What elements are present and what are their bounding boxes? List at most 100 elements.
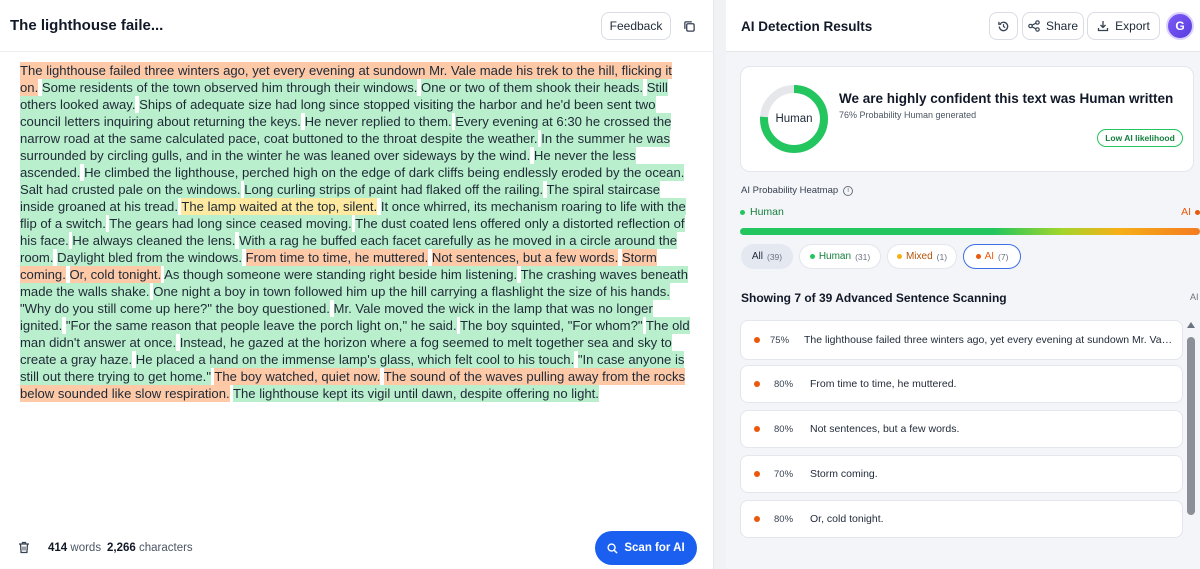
sentence-ai[interactable]: Or, cold tonight. (69, 266, 162, 283)
sentence-item[interactable]: 80% From time to time, he muttered. (740, 365, 1183, 403)
sentence-human[interactable]: Long curling strips of paint had flaked … (244, 181, 544, 198)
sentence-text: From time to time, he muttered. (810, 378, 957, 390)
ai-dot-icon (754, 471, 760, 477)
probability-text: 76% Probability Human generated (839, 110, 977, 120)
filter-ai-label: AI (984, 251, 995, 262)
filter-mixed[interactable]: Mixed (1) (887, 244, 957, 269)
info-icon[interactable]: i (843, 185, 854, 196)
ai-dot-icon (754, 381, 760, 387)
filter-mixed-count: (1) (936, 251, 948, 262)
search-icon (607, 542, 618, 554)
heatmap-human-label: Human (750, 206, 784, 218)
results-summary: Showing 7 of 39 Advanced Sentence Scanni… (741, 291, 1007, 305)
share-icon (1028, 20, 1040, 32)
analyzed-text[interactable]: The lighthouse failed three winters ago,… (20, 62, 692, 402)
history-icon (998, 21, 1009, 31)
sentence-human[interactable]: He placed a hand on the immense lamp's g… (135, 351, 575, 368)
heatmap-ai-label: AI (1181, 206, 1191, 218)
human-dot-icon (740, 209, 745, 215)
sentence-human[interactable]: Daylight bled from the windows. (57, 249, 242, 266)
results-panel: AI Detection Results Share Export G Huma… (726, 0, 1200, 569)
confidence-statement: We are highly confident this text was Hu… (839, 91, 1174, 106)
download-icon (1098, 21, 1109, 32)
sentence-item[interactable]: 80% Or, cold tonight. (740, 500, 1183, 538)
sentence-human[interactable]: Salt had crusted pale on the windows. (20, 181, 241, 198)
character-count-label: characters (138, 542, 193, 554)
sentence-percentage: 80% (774, 513, 794, 525)
word-count-label: words (70, 542, 102, 554)
character-count: 2,266 characters (107, 542, 193, 554)
scrollbar[interactable] (1184, 320, 1198, 569)
results-title: AI Detection Results (741, 19, 873, 34)
human-dot-icon (809, 254, 815, 259)
sentence-item[interactable]: 75% The lighthouse failed three winters a… (740, 320, 1183, 360)
mixed-dot-icon (896, 254, 902, 259)
sentence-ai[interactable]: Not sentences, but a few words. (431, 249, 619, 266)
verdict-card: Human We are highly confident this text … (740, 66, 1194, 172)
document-title: The lighthouse faile... (10, 17, 164, 34)
scroll-up-icon[interactable] (1187, 322, 1195, 328)
sentence-human[interactable]: The gears had long since ceased moving. (109, 215, 352, 232)
heatmap-heading: AI Probability Heatmap i (741, 185, 854, 196)
sentence-human[interactable]: The boy squinted, "For whom?" (460, 317, 643, 334)
copy-button[interactable] (678, 14, 700, 38)
share-button[interactable]: Share (1022, 12, 1084, 40)
heatmap-label: AI Probability Heatmap (741, 185, 839, 196)
editor-panel: The lighthouse faile... Feedback The lig… (0, 0, 714, 569)
filter-all-count: (39) (767, 251, 783, 262)
history-button[interactable] (989, 12, 1018, 40)
sentence-list: 75% The lighthouse failed three winters a… (740, 320, 1184, 569)
character-count-value: 2,266 (107, 542, 136, 554)
sentence-human[interactable]: "Why do you still come up here?" the boy… (20, 300, 330, 317)
sentence-item[interactable]: 80% Not sentences, but a few words. (740, 410, 1183, 448)
sentence-mixed[interactable]: The lamp waited at the top, silent. (181, 198, 378, 215)
scan-button-label: Scan for AI (624, 542, 685, 554)
copy-icon (683, 20, 695, 32)
filter-human-count: (31) (855, 251, 871, 262)
filter-ai[interactable]: AI (7) (963, 244, 1021, 269)
word-count: 414 words (48, 542, 101, 554)
sentence-percentage: 75% (770, 334, 790, 346)
export-label: Export (1115, 19, 1150, 33)
verdict-label: Human (775, 113, 813, 125)
heatmap-human-legend: Human (740, 206, 784, 218)
sentence-percentage: 70% (774, 468, 794, 480)
filter-human[interactable]: Human (31) (799, 244, 881, 269)
scroll-thumb[interactable] (1187, 337, 1195, 515)
sentence-human[interactable]: He always cleaned the lens. (72, 232, 236, 249)
export-button[interactable]: Export (1087, 12, 1160, 40)
sentence-human[interactable]: One or two of them shook their heads. (421, 79, 644, 96)
trash-icon[interactable] (18, 541, 30, 554)
word-count-value: 414 (48, 542, 68, 554)
filter-mixed-label: Mixed (905, 251, 933, 262)
feedback-button[interactable]: Feedback (601, 12, 671, 40)
avatar[interactable]: G (1166, 12, 1194, 40)
ai-dot-icon (754, 337, 760, 343)
sentence-human[interactable]: One night a boy in town followed him up … (153, 283, 670, 300)
share-label: Share (1045, 19, 1079, 33)
sentence-ai[interactable]: The boy watched, quiet now. (214, 368, 381, 385)
filter-human-label: Human (818, 251, 852, 262)
heatmap-ai-legend: AI (1181, 206, 1200, 218)
results-header: AI Detection Results Share Export G (726, 0, 1200, 52)
heatmap-bar (740, 228, 1200, 235)
sentence-text: The lighthouse failed three winters ago,… (804, 334, 1174, 346)
sentence-human[interactable]: He climbed the lighthouse, perched high … (84, 164, 685, 181)
scan-for-ai-button[interactable]: Scan for AI (595, 531, 697, 565)
filter-all-label: All (751, 251, 763, 262)
sentence-item[interactable]: 70% Storm coming. (740, 455, 1183, 493)
sentence-human[interactable]: Some residents of the town observed him … (41, 79, 418, 96)
sentence-human[interactable]: He never replied to them. (304, 113, 452, 130)
sentence-percentage: 80% (774, 423, 794, 435)
ai-dot-icon (975, 254, 981, 259)
ai-dot-icon (754, 516, 760, 522)
sentence-human[interactable]: The lighthouse kept its vigil until dawn… (233, 385, 599, 402)
filter-all[interactable]: All (39) (741, 244, 793, 269)
editor-header: The lighthouse faile... Feedback (0, 0, 714, 52)
sentence-human[interactable]: "For the same reason that people leave t… (65, 317, 457, 334)
sentence-text: Storm coming. (810, 468, 878, 480)
sentence-percentage: 80% (774, 378, 794, 390)
sentence-text: Or, cold tonight. (810, 513, 884, 525)
sentence-human[interactable]: As though someone were standing right be… (164, 266, 518, 283)
sentence-ai[interactable]: From time to time, he muttered. (245, 249, 429, 266)
